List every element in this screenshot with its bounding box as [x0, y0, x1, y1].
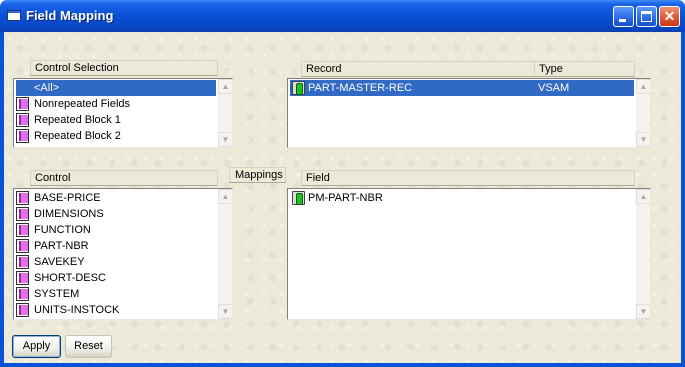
- list-item[interactable]: DIMENSIONS: [16, 206, 216, 222]
- list-item[interactable]: SHORT-DESC: [16, 270, 216, 286]
- list-item-label: BASE-PRICE: [34, 192, 101, 204]
- list-item[interactable]: <All>: [16, 80, 216, 96]
- record-name: PART-MASTER-REC: [308, 82, 413, 94]
- list-item[interactable]: Repeated Block 2: [16, 128, 216, 144]
- scroll-down-button[interactable]: ▼: [218, 132, 232, 147]
- close-button[interactable]: ✕: [659, 6, 680, 27]
- chevron-up-icon: ▲: [221, 82, 230, 91]
- chevron-down-icon: ▼: [639, 307, 648, 316]
- pink-block-icon: [16, 207, 29, 221]
- list-item-label: PM-PART-NBR: [308, 192, 383, 204]
- green-light-icon: [292, 81, 305, 95]
- vertical-scrollbar[interactable]: ▲ ▼: [635, 189, 650, 319]
- window-icon[interactable]: [7, 10, 21, 21]
- pink-block-icon: [16, 97, 29, 111]
- control-column-header[interactable]: Control: [30, 170, 218, 186]
- pink-block-icon: [16, 223, 29, 237]
- minimize-icon: [619, 19, 626, 22]
- type-column-header[interactable]: Type: [534, 61, 635, 77]
- chevron-up-icon: ▲: [221, 192, 230, 201]
- chevron-up-icon: ▲: [639, 82, 648, 91]
- list-item[interactable]: UNITS-INSTOCK: [16, 302, 216, 318]
- list-item[interactable]: BASE-PRICE: [16, 190, 216, 206]
- list-item[interactable]: PM-PART-NBR: [290, 190, 634, 206]
- list-item[interactable]: Repeated Block 1: [16, 112, 216, 128]
- maximize-button[interactable]: [636, 6, 657, 27]
- record-list[interactable]: PART-MASTER-REC VSAM ▲ ▼: [287, 78, 651, 148]
- list-item-label: DIMENSIONS: [34, 208, 104, 220]
- list-item-label: <All>: [34, 82, 60, 94]
- scroll-up-button[interactable]: ▲: [636, 189, 650, 204]
- maximize-icon: [641, 11, 652, 22]
- chevron-down-icon: ▼: [221, 135, 230, 144]
- control-list[interactable]: BASE-PRICE DIMENSIONS FUNCTION PART-NBR …: [13, 188, 233, 320]
- field-mapping-window: Field Mapping ✕ Control Selection <All> …: [0, 0, 685, 367]
- scroll-down-button[interactable]: ▼: [218, 304, 232, 319]
- scroll-up-button[interactable]: ▲: [218, 189, 232, 204]
- list-item-label: Nonrepeated Fields: [34, 98, 131, 110]
- green-light-icon: [292, 191, 305, 205]
- list-item[interactable]: Nonrepeated Fields: [16, 96, 216, 112]
- scroll-up-button[interactable]: ▲: [218, 79, 232, 94]
- window-title: Field Mapping: [26, 8, 114, 23]
- pink-block-icon: [16, 255, 29, 269]
- vertical-scrollbar[interactable]: ▲ ▼: [217, 189, 232, 319]
- list-item-label: SHORT-DESC: [34, 272, 106, 284]
- dialog-client-area: Control Selection <All> Nonrepeated Fiel…: [4, 32, 681, 363]
- chevron-down-icon: ▼: [639, 135, 648, 144]
- field-column-header[interactable]: Field: [301, 170, 635, 186]
- chevron-up-icon: ▲: [639, 192, 648, 201]
- scroll-down-button[interactable]: ▼: [636, 132, 650, 147]
- list-item[interactable]: PART-NBR: [16, 238, 216, 254]
- apply-button[interactable]: Apply: [12, 335, 61, 358]
- list-item-label: PART-NBR: [34, 240, 89, 252]
- title-bar[interactable]: Field Mapping ✕: [0, 0, 685, 32]
- field-list[interactable]: PM-PART-NBR ▲ ▼: [287, 188, 651, 320]
- pink-block-icon: [16, 271, 29, 285]
- scroll-up-button[interactable]: ▲: [636, 79, 650, 94]
- mappings-label: Mappings: [229, 167, 286, 183]
- vertical-scrollbar[interactable]: ▲ ▼: [217, 79, 232, 147]
- list-item-label: SYSTEM: [34, 288, 80, 300]
- minimize-button[interactable]: [613, 6, 634, 27]
- pink-block-icon: [16, 303, 29, 317]
- list-item[interactable]: SAVEKEY: [16, 254, 216, 270]
- pink-block-icon: [16, 113, 29, 127]
- record-type: VSAM: [538, 82, 570, 94]
- chevron-down-icon: ▼: [221, 307, 230, 316]
- close-icon: ✕: [663, 8, 676, 24]
- pink-block-icon: [16, 239, 29, 253]
- pink-block-icon: [16, 191, 29, 205]
- reset-button[interactable]: Reset: [65, 335, 112, 358]
- list-item-label: Repeated Block 2: [34, 130, 121, 142]
- record-column-header[interactable]: Record: [301, 61, 534, 77]
- pink-block-icon: [16, 129, 29, 143]
- vertical-scrollbar[interactable]: ▲ ▼: [635, 79, 650, 147]
- list-item[interactable]: SYSTEM: [16, 286, 216, 302]
- scroll-down-button[interactable]: ▼: [636, 304, 650, 319]
- list-item-label: UNITS-INSTOCK: [34, 304, 120, 316]
- control-selection-header: Control Selection: [30, 60, 218, 76]
- list-item-label: FUNCTION: [34, 224, 91, 236]
- control-selection-list[interactable]: <All> Nonrepeated Fields Repeated Block …: [13, 78, 233, 148]
- table-row[interactable]: PART-MASTER-REC VSAM: [290, 80, 634, 96]
- pink-block-icon: [16, 287, 29, 301]
- list-item[interactable]: FUNCTION: [16, 222, 216, 238]
- list-item-label: SAVEKEY: [34, 256, 85, 268]
- list-item-label: Repeated Block 1: [34, 114, 121, 126]
